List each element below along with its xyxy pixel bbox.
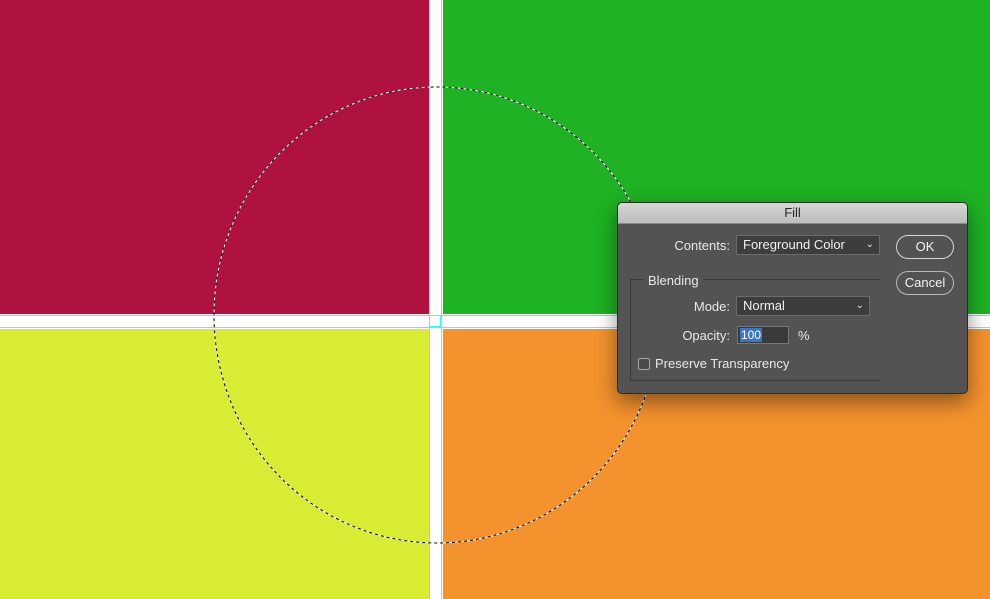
cancel-button[interactable]: Cancel xyxy=(896,271,954,295)
dialog-title[interactable]: Fill xyxy=(618,203,967,224)
contents-select[interactable]: Foreground Color ⌄ xyxy=(736,235,880,255)
mode-select[interactable]: Normal ⌄ xyxy=(736,296,870,316)
contents-label: Contents: xyxy=(674,238,730,253)
opacity-input[interactable]: 100 xyxy=(737,326,789,344)
contents-value: Foreground Color xyxy=(743,237,845,252)
opacity-value: 100 xyxy=(740,328,763,342)
mode-value: Normal xyxy=(743,298,785,313)
fill-dialog: Fill Contents: Foreground Color ⌄ OK Can… xyxy=(617,202,968,394)
opacity-label: Opacity: xyxy=(682,328,730,343)
blending-legend: Blending xyxy=(644,273,703,288)
preserve-transparency-checkbox[interactable] xyxy=(638,358,650,370)
preserve-transparency-label[interactable]: Preserve Transparency xyxy=(655,356,789,371)
chevron-down-icon: ⌄ xyxy=(855,300,864,311)
ok-button[interactable]: OK xyxy=(896,235,954,259)
chevron-down-icon: ⌄ xyxy=(865,239,874,250)
opacity-unit: % xyxy=(798,328,810,343)
mode-label: Mode: xyxy=(693,299,730,314)
